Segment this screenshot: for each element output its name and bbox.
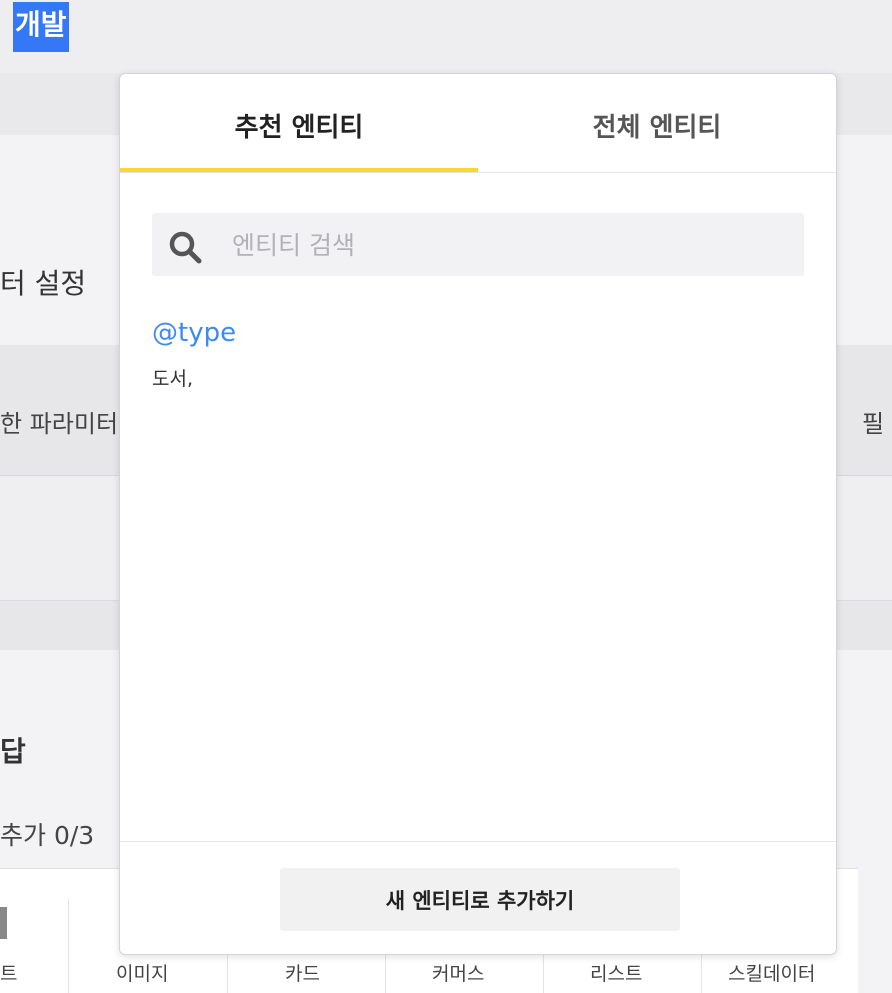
entity-search-box [152, 213, 804, 278]
type-tab-list[interactable]: 리스트 [590, 959, 642, 986]
entity-picker-popup: 추천 엔티티 전체 엔티티 @type 도서, 새 엔티티로 추가하기 [119, 73, 837, 955]
setting-label: 터 설정 [0, 267, 87, 300]
add-count-label: 추가 0/3 [0, 821, 95, 850]
list-item[interactable]: @type 도서, [152, 314, 804, 394]
active-tab-indicator [120, 168, 478, 172]
divider [68, 899, 69, 993]
param-column-header: 한 파라미터 [0, 410, 119, 438]
top-bar [0, 0, 892, 73]
popup-footer: 새 엔티티로 추가하기 [120, 841, 836, 954]
type-tab-text[interactable]: 트 [0, 959, 17, 986]
section-title: 답 [0, 735, 26, 768]
add-new-entity-button[interactable]: 새 엔티티로 추가하기 [280, 868, 680, 931]
entity-tabs: 추천 엔티티 전체 엔티티 [120, 74, 836, 173]
entity-name: @type [152, 318, 237, 348]
entity-values: 도서, [152, 368, 193, 390]
type-tab-commerce[interactable]: 커머스 [432, 959, 484, 986]
text-type-icon [0, 907, 7, 939]
type-tab-image[interactable]: 이미지 [116, 959, 168, 986]
tab-recommended-entities[interactable]: 추천 엔티티 [120, 74, 478, 172]
type-tab-card[interactable]: 카드 [285, 959, 320, 986]
required-column-header: 필 [862, 410, 885, 438]
tab-all-entities[interactable]: 전체 엔티티 [478, 74, 836, 172]
page-title: 개발 [13, 2, 69, 52]
type-tab-skill-data[interactable]: 스킬데이터 [728, 959, 815, 986]
entity-search-input[interactable] [230, 213, 794, 278]
search-icon [169, 231, 202, 264]
